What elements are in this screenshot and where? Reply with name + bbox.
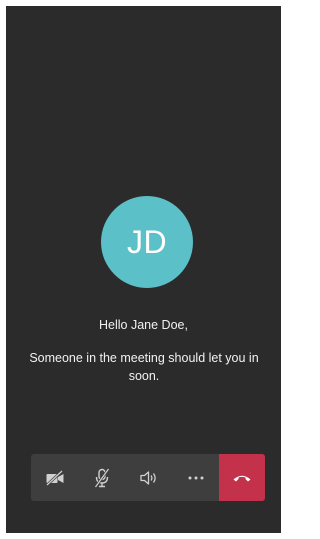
camera-toggle-button[interactable] xyxy=(31,454,78,501)
mic-off-icon xyxy=(93,467,110,488)
waiting-message: Someone in the meeting should let you in… xyxy=(29,351,259,383)
lobby-screen: JD Hello Jane Doe, Someone in the meetin… xyxy=(6,6,281,533)
avatar-initials: JD xyxy=(126,223,168,260)
phone-hangup-icon xyxy=(232,473,252,483)
more-options-button[interactable] xyxy=(172,454,219,501)
more-horizontal-icon xyxy=(187,475,205,481)
speaker-button[interactable] xyxy=(125,454,172,501)
greeting-text: Hello Jane Doe, xyxy=(99,318,188,332)
speaker-icon xyxy=(139,470,159,486)
mute-toggle-button[interactable] xyxy=(78,454,125,501)
hang-up-button[interactable] xyxy=(219,454,265,501)
avatar: JD xyxy=(101,196,193,288)
call-controls xyxy=(31,454,265,501)
video-off-icon xyxy=(45,469,65,486)
